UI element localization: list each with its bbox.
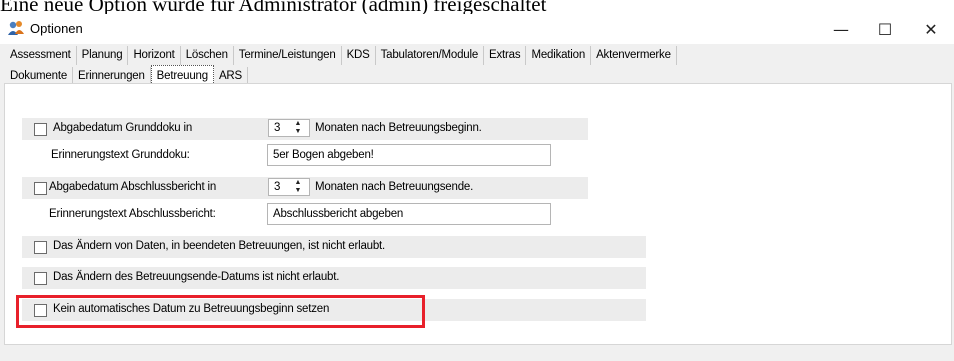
tab-row-1: Assessment Planung Horizont Löschen Term… — [5, 46, 677, 65]
grunddoku-label: Abgabedatum Grunddoku in — [53, 122, 193, 134]
spinner-down-icon[interactable]: ▼ — [295, 187, 302, 194]
spinner-up-icon[interactable]: ▲ — [295, 179, 302, 186]
tab-aktenvermerke[interactable]: Aktenvermerke — [591, 46, 677, 65]
close-icon: ✕ — [924, 19, 938, 39]
no-edit-finished-label: Das Ändern von Daten, in beendeten Betre… — [53, 240, 386, 252]
no-edit-finished-checkbox[interactable] — [34, 241, 47, 254]
grunddoku-suffix: Monaten nach Betreuungsbeginn. — [315, 122, 482, 134]
no-edit-enddate-checkbox[interactable] — [34, 272, 47, 285]
minimize-icon: — — [833, 19, 849, 39]
abschluss-suffix: Monaten nach Betreuungsende. — [315, 181, 474, 193]
tab-kds[interactable]: KDS — [342, 46, 376, 65]
tab-loeschen[interactable]: Löschen — [181, 46, 234, 65]
no-edit-enddate-label: Das Ändern des Betreuungsende-Datums ist… — [53, 271, 340, 283]
highlight-frame — [16, 295, 425, 328]
abschluss-spinner[interactable]: ▲ ▼ — [291, 179, 305, 197]
spinner-up-icon[interactable]: ▲ — [295, 120, 302, 127]
tab-termine-leistungen[interactable]: Termine/Leistungen — [234, 46, 342, 65]
grunddoku-reminder-label: Erinnerungstext Grunddoku: — [51, 149, 190, 161]
spinner-down-icon[interactable]: ▼ — [295, 128, 302, 135]
abschluss-checkbox[interactable] — [34, 182, 47, 195]
abschluss-reminder-label: Erinnerungstext Abschlussbericht: — [49, 208, 216, 220]
maximize-button[interactable]: ☐ — [862, 14, 908, 44]
tab-planung[interactable]: Planung — [77, 46, 129, 65]
grunddoku-checkbox[interactable] — [34, 123, 47, 136]
title-bar: Optionen — ☐ ✕ — [0, 14, 954, 44]
abschluss-reminder-input[interactable]: Abschlussbericht abgeben — [267, 203, 551, 225]
grunddoku-reminder-input[interactable]: 5er Bogen abgeben! — [267, 144, 551, 166]
tab-tabulatoren-module[interactable]: Tabulatoren/Module — [376, 46, 485, 65]
tab-extras[interactable]: Extras — [484, 46, 527, 65]
tab-assessment[interactable]: Assessment — [5, 46, 77, 65]
grunddoku-spinner[interactable]: ▲ ▼ — [291, 120, 305, 138]
minimize-button[interactable]: — — [818, 14, 864, 44]
page-caption: Eine neue Option wurde für Administrator… — [0, 0, 547, 16]
abschluss-label: Abgabedatum Abschlussbericht in — [49, 181, 217, 193]
tab-horizont[interactable]: Horizont — [128, 46, 181, 65]
window-title: Optionen — [30, 21, 83, 36]
maximize-icon: ☐ — [877, 19, 893, 39]
users-icon — [7, 20, 25, 36]
close-button[interactable]: ✕ — [908, 14, 954, 44]
tab-medikation[interactable]: Medikation — [526, 46, 592, 65]
